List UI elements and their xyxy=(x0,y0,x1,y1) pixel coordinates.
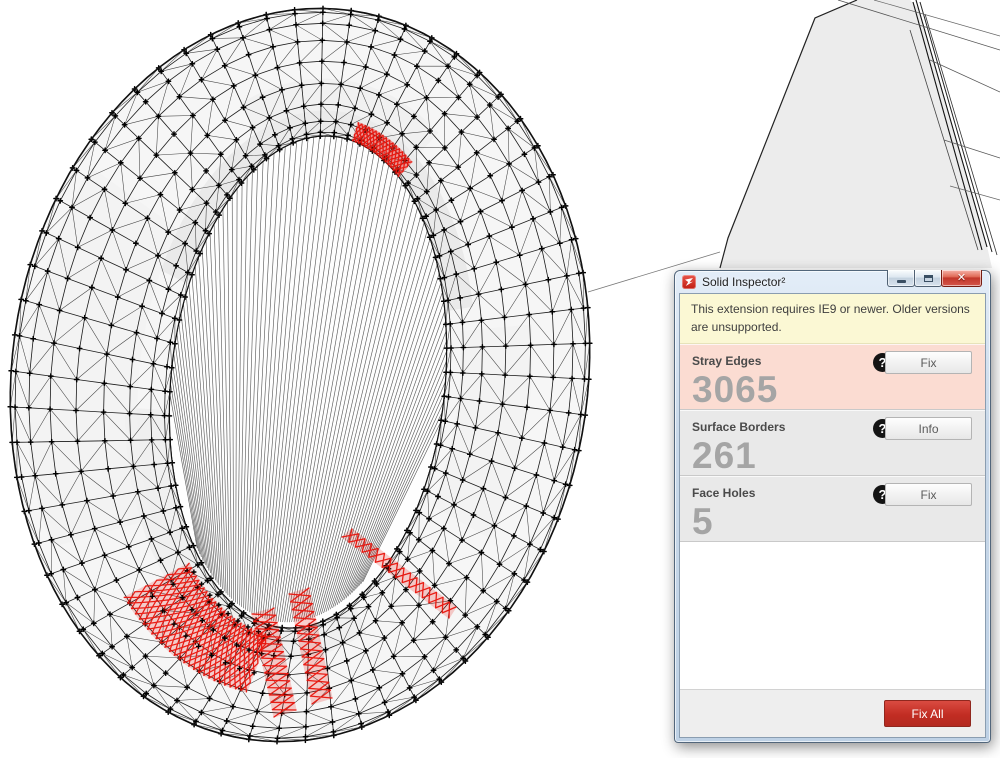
issue-row: Face Holes 5 ? Fix xyxy=(680,476,985,542)
close-icon: ✕ xyxy=(956,272,967,284)
issue-actions: ? Info xyxy=(873,417,972,440)
issue-rows: Stray Edges 3065 ? Fix Surface Borders 2… xyxy=(680,344,985,542)
dialog-client-area: This extension requires IE9 or newer. Ol… xyxy=(679,293,986,738)
issue-actions: ? Fix xyxy=(873,483,972,506)
notice-banner: This extension requires IE9 or newer. Ol… xyxy=(680,294,985,344)
issue-row: Surface Borders 261 ? Info xyxy=(680,410,985,476)
maximize-icon xyxy=(923,274,933,282)
issue-label: Stray Edges xyxy=(692,354,762,368)
maximize-button[interactable] xyxy=(914,270,942,287)
issue-row: Stray Edges 3065 ? Fix xyxy=(680,344,985,410)
minimize-button[interactable] xyxy=(887,270,915,287)
issue-action-button[interactable]: Fix xyxy=(885,351,972,374)
minimize-icon xyxy=(896,279,906,283)
footer: Fix All xyxy=(680,689,985,737)
issue-label: Surface Borders xyxy=(692,420,786,434)
issue-action-button[interactable]: Info xyxy=(885,417,972,440)
issue-label: Face Holes xyxy=(692,486,756,500)
window-title: Solid Inspector² xyxy=(702,275,786,289)
issue-count: 5 xyxy=(692,501,714,542)
window-controls: ✕ xyxy=(887,270,982,287)
issue-actions: ? Fix xyxy=(873,351,972,374)
issue-action-button[interactable]: Fix xyxy=(885,483,972,506)
fix-all-button[interactable]: Fix All xyxy=(884,700,971,727)
close-button[interactable]: ✕ xyxy=(941,270,982,287)
issue-count: 261 xyxy=(692,435,757,476)
issue-count: 3065 xyxy=(692,369,779,410)
solid-inspector-window: Solid Inspector² ✕ This extension requir… xyxy=(674,270,991,743)
empty-area xyxy=(680,542,985,689)
solid-inspector-icon xyxy=(682,275,696,289)
titlebar[interactable]: Solid Inspector² ✕ xyxy=(675,270,990,293)
